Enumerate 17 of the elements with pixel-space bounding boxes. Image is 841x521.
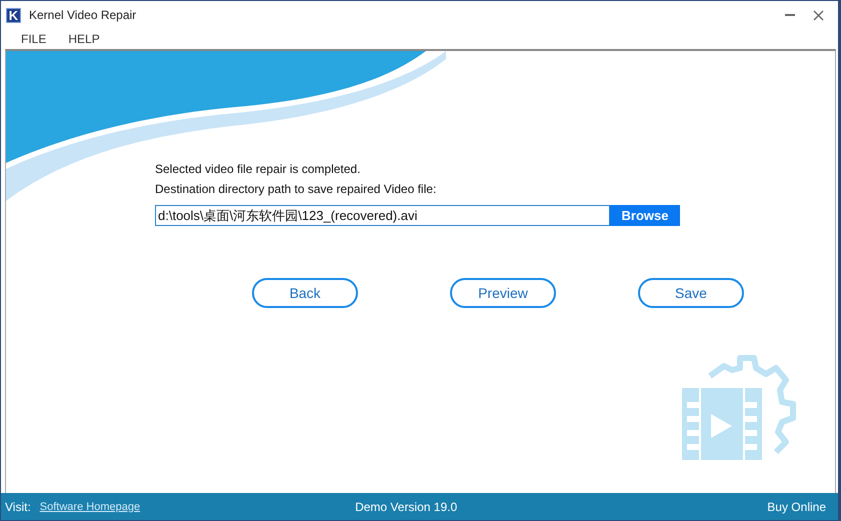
action-button[interactable]: Save (638, 278, 744, 308)
window-title: Kernel Video Repair (29, 8, 136, 22)
status-message: Selected video file repair is completed. (155, 161, 362, 178)
menu-item[interactable]: FILE (21, 32, 46, 46)
homepage-link[interactable]: Software Homepage (40, 500, 140, 512)
buy-online-link[interactable]: Buy Online (767, 500, 826, 514)
visit-label: Visit: (5, 500, 31, 514)
app-logo: K (6, 8, 21, 22)
close-icon[interactable] (813, 10, 824, 20)
version-text: Demo Version 19.0 (355, 500, 458, 514)
action-button[interactable]: Back (252, 278, 358, 308)
browse-button[interactable]: Browse (610, 205, 680, 226)
menu-item[interactable]: HELP (68, 32, 100, 46)
action-button[interactable]: Preview (450, 278, 556, 308)
destination-path-field[interactable]: d:\tools\桌面\河东软件园\123_(recovered).avi (155, 205, 610, 226)
destination-label: Destination directory path to save repaired Video file: (155, 181, 438, 198)
minimize-icon[interactable] (785, 14, 795, 16)
